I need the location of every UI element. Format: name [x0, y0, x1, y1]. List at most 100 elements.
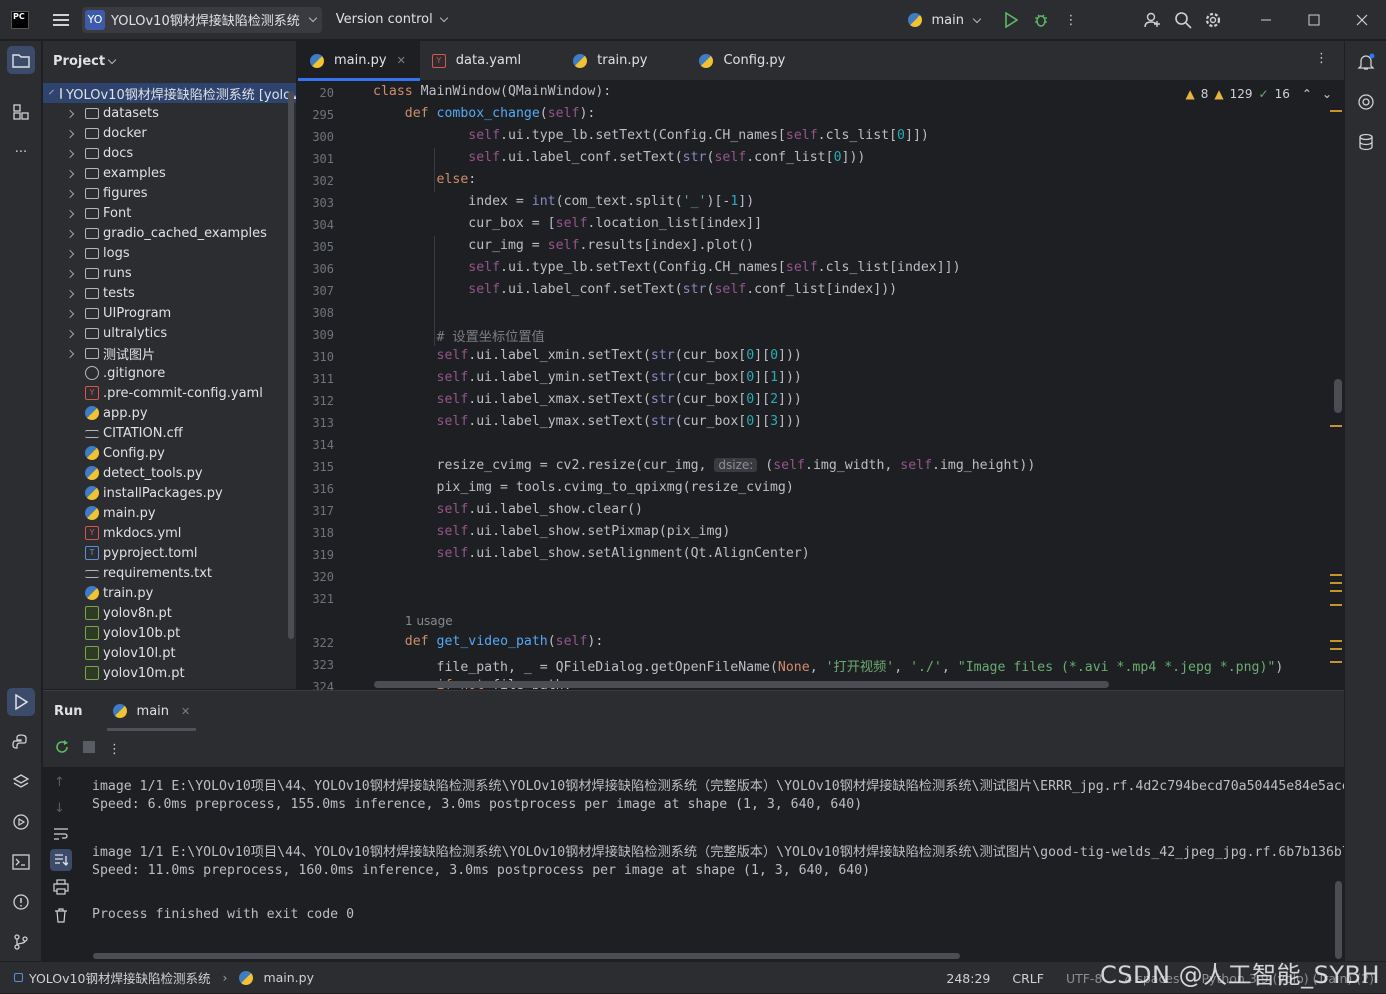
database-icon[interactable]	[1352, 128, 1380, 156]
expand-arrow-icon[interactable]	[65, 209, 75, 218]
expand-arrow-icon[interactable]	[65, 349, 75, 358]
soft-wrap-icon[interactable]	[53, 827, 69, 845]
tree-file[interactable]: requirements.txt	[43, 563, 296, 583]
tree-folder[interactable]: datasets	[43, 103, 296, 123]
tree-file[interactable]: detect_tools.py	[43, 463, 296, 483]
tree-file[interactable]: Tpyproject.toml	[43, 543, 296, 563]
notifications-bell-icon[interactable]	[1352, 48, 1380, 76]
tree-file[interactable]: installPackages.py	[43, 483, 296, 503]
tree-folder[interactable]: figures	[43, 183, 296, 203]
debug-icon[interactable]	[1026, 5, 1056, 35]
tree-folder[interactable]: gradio_cached_examples	[43, 223, 296, 243]
usage-hint[interactable]: 1 usage	[405, 614, 453, 628]
more-tools-icon[interactable]: ···	[7, 138, 35, 166]
tree-folder[interactable]: runs	[43, 263, 296, 283]
line-separator[interactable]: CRLF	[1012, 971, 1044, 986]
minimize-button[interactable]	[1242, 0, 1290, 40]
collapse-arrow-icon[interactable]	[49, 89, 54, 94]
breadcrumb-project[interactable]: YOLOv10钢材焊接缺陷检测系统	[29, 968, 210, 987]
expand-arrow-icon[interactable]	[65, 169, 75, 178]
project-scrollbar[interactable]	[288, 91, 294, 639]
expand-arrow-icon[interactable]	[65, 229, 75, 238]
run-config-selector[interactable]: main	[907, 13, 982, 28]
main-menu-icon[interactable]	[53, 13, 69, 26]
editor-tab[interactable]: Ydata.yaml	[420, 41, 561, 80]
expand-arrow-icon[interactable]	[65, 329, 75, 338]
editor-tab[interactable]: Config.py	[687, 41, 825, 80]
expand-arrow-icon[interactable]	[65, 149, 75, 158]
terminal-icon[interactable]	[7, 848, 35, 876]
tree-file[interactable]: Config.py	[43, 443, 296, 463]
editor-vertical-scrollbar[interactable]	[1334, 379, 1342, 413]
tree-folder[interactable]: examples	[43, 163, 296, 183]
run-icon[interactable]	[996, 5, 1026, 35]
services-icon[interactable]	[7, 808, 35, 836]
settings-gear-icon[interactable]	[1198, 5, 1228, 35]
more-actions-icon[interactable]: ⋮	[1056, 5, 1086, 35]
project-selector[interactable]: YO YOLOv10钢材焊接缺陷检测系统	[82, 6, 322, 33]
close-window-button[interactable]	[1338, 0, 1386, 40]
tree-file[interactable]: yolov8n.pt	[43, 603, 296, 623]
file-encoding[interactable]: UTF-8	[1066, 971, 1102, 986]
close-tab-icon[interactable]: ✕	[181, 705, 190, 718]
run-more-icon[interactable]: ⋮	[108, 742, 121, 757]
search-icon[interactable]	[1168, 5, 1198, 35]
problems-icon[interactable]	[7, 888, 35, 916]
scroll-to-end-icon[interactable]	[50, 849, 72, 871]
console-output[interactable]: image 1/1 E:\YOLOv10项目\44、YOLOv10钢材焊接缺陷检…	[92, 767, 1344, 947]
tabs-more-icon[interactable]: ⋮	[1315, 51, 1328, 66]
tree-folder[interactable]: UIProgram	[43, 303, 296, 323]
python-console-icon[interactable]	[7, 728, 35, 756]
editor-tab[interactable]: train.py	[561, 41, 687, 80]
trash-icon[interactable]	[53, 907, 69, 927]
tree-file[interactable]: Ymkdocs.yml	[43, 523, 296, 543]
scroll-up-icon[interactable]: ↑	[54, 775, 65, 790]
expand-arrow-icon[interactable]	[65, 189, 75, 198]
tree-folder[interactable]: docs	[43, 143, 296, 163]
maximize-button[interactable]	[1290, 0, 1338, 40]
caret-position[interactable]: 248:29	[946, 971, 990, 986]
print-icon[interactable]	[53, 879, 69, 899]
tree-file[interactable]: .gitignore	[43, 363, 296, 383]
expand-arrow-icon[interactable]	[65, 309, 75, 318]
ai-assistant-icon[interactable]	[1352, 88, 1380, 116]
project-folder-icon[interactable]	[7, 46, 35, 74]
layers-icon[interactable]	[7, 768, 35, 796]
rerun-icon[interactable]	[54, 739, 70, 759]
add-user-icon[interactable]	[1138, 5, 1168, 35]
tree-file[interactable]: CITATION.cff	[43, 423, 296, 443]
tree-file[interactable]: yolov10b.pt	[43, 623, 296, 643]
tree-file[interactable]: main.py	[43, 503, 296, 523]
editor-tab[interactable]: main.py ✕	[298, 41, 420, 81]
tree-folder[interactable]: logs	[43, 243, 296, 263]
tree-folder[interactable]: ultralytics	[43, 323, 296, 343]
project-panel-header[interactable]: Project	[43, 41, 296, 81]
expand-arrow-icon[interactable]	[65, 289, 75, 298]
tree-file[interactable]: Y .pre-commit-config.yaml	[43, 383, 296, 403]
console-vertical-scrollbar[interactable]	[1335, 881, 1342, 959]
console-horizontal-scrollbar[interactable]	[93, 953, 960, 959]
run-tab-main[interactable]: main ✕	[106, 691, 197, 731]
scroll-down-icon[interactable]: ↓	[54, 801, 65, 816]
tree-folder[interactable]: 测试图片	[43, 343, 296, 363]
code-area[interactable]: class MainWindow(QMainWindow): def combo…	[373, 82, 1333, 689]
version-control-menu[interactable]: Version control	[336, 12, 448, 27]
expand-arrow-icon[interactable]	[65, 129, 75, 138]
tree-file[interactable]: yolov10m.pt	[43, 663, 296, 683]
expand-arrow-icon[interactable]	[65, 249, 75, 258]
editor-horizontal-scrollbar[interactable]	[374, 681, 1109, 688]
structure-icon[interactable]	[7, 98, 35, 126]
tree-file[interactable]: train.py	[43, 583, 296, 603]
tree-file[interactable]: yolov10l.pt	[43, 643, 296, 663]
tree-file[interactable]: app.py	[43, 403, 296, 423]
run-tool-icon[interactable]	[7, 688, 35, 716]
expand-arrow-icon[interactable]	[65, 109, 75, 118]
git-branch-icon[interactable]	[7, 928, 35, 956]
breadcrumb-file[interactable]: main.py	[263, 970, 314, 985]
tree-folder[interactable]: Font	[43, 203, 296, 223]
tree-root[interactable]: YOLOv10钢材焊接缺陷检测系统 [yolov	[43, 83, 296, 103]
tree-folder[interactable]: tests	[43, 283, 296, 303]
close-tab-icon[interactable]: ✕	[397, 54, 406, 67]
tree-folder[interactable]: docker	[43, 123, 296, 143]
stop-icon[interactable]	[82, 740, 96, 758]
